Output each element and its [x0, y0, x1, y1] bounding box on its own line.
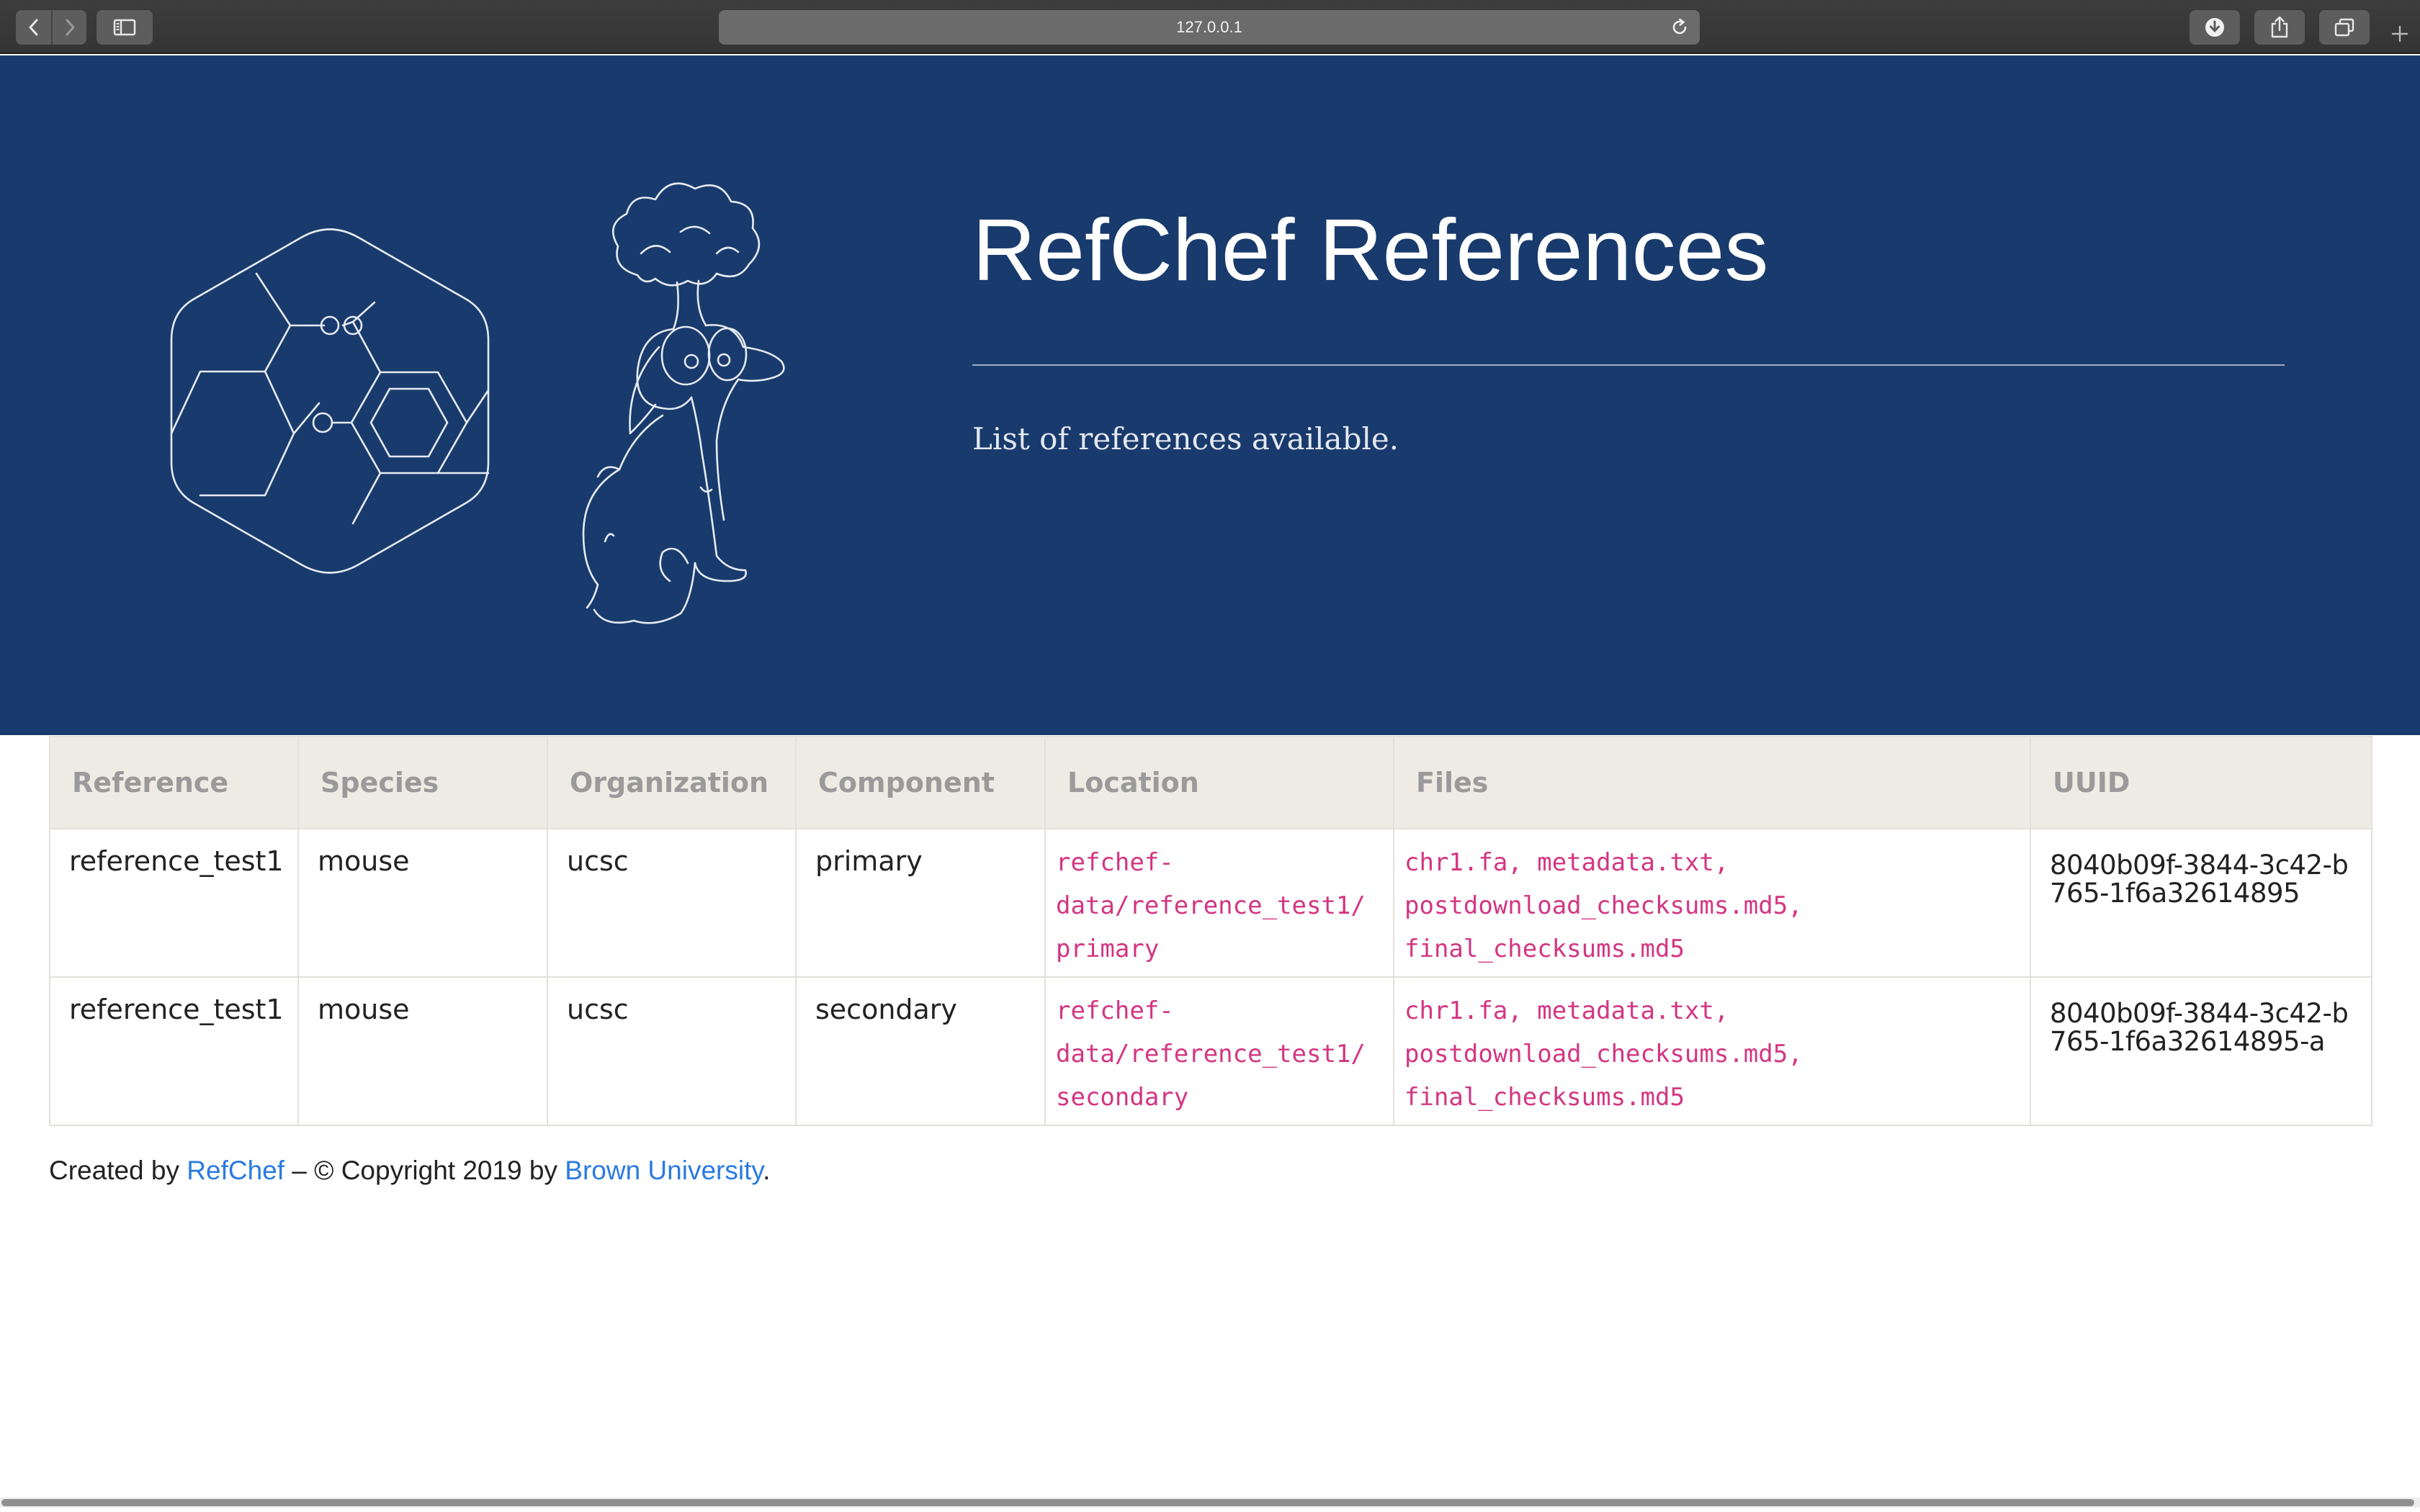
download-icon — [2205, 18, 2224, 37]
tab-overview-button[interactable] — [2319, 10, 2370, 45]
molecule-hexagon-logo — [170, 228, 490, 574]
location-line: refchef- — [1056, 848, 1174, 877]
share-button[interactable] — [2254, 10, 2305, 45]
column-header-organization: Organization — [547, 736, 797, 829]
footer: Created by RefChef – © Copyright 2019 by… — [49, 1156, 770, 1186]
plus-icon — [2391, 25, 2408, 42]
scrollbar-thumb[interactable] — [1, 1499, 2414, 1506]
files-line: chr1.fa, metadata.txt, — [1404, 848, 1729, 877]
cell-component: secondary — [795, 976, 1046, 1126]
title-divider — [972, 364, 2285, 366]
cell-species: mouse — [297, 976, 548, 1126]
page-subtitle: List of references available. — [972, 421, 1399, 456]
files-line: chr1.fa, metadata.txt, — [1404, 996, 1729, 1025]
table-row: reference_test1 mouse ucsc primary refch… — [49, 828, 2372, 978]
column-header-reference: Reference — [49, 736, 299, 829]
column-header-location: Location — [1044, 736, 1394, 829]
column-header-uuid: UUID — [2030, 736, 2372, 829]
footer-copyright: – © Copyright 2019 by — [284, 1156, 565, 1185]
brown-university-link[interactable]: Brown University — [565, 1156, 763, 1185]
share-icon — [2271, 16, 2288, 38]
location-line: secondary — [1056, 1083, 1189, 1112]
cell-component: primary — [795, 828, 1046, 978]
sidebar-toggle-button[interactable] — [97, 10, 153, 45]
chevron-right-icon — [66, 19, 74, 36]
browser-toolbar: 127.0.0.1 — [0, 0, 2420, 54]
files-line: final_checksums.md5 — [1404, 935, 1685, 963]
footer-suffix: . — [763, 1156, 771, 1185]
cell-files: chr1.fa, metadata.txt, postdownload_chec… — [1393, 828, 2031, 978]
cell-reference: reference_test1 — [49, 976, 299, 1126]
address-bar[interactable]: 127.0.0.1 — [719, 10, 1700, 45]
refchef-mascot-logo — [582, 182, 785, 624]
downloads-button[interactable] — [2190, 10, 2240, 45]
forward-button[interactable] — [51, 10, 86, 45]
footer-prefix: Created by — [49, 1156, 187, 1185]
horizontal-scrollbar[interactable] — [0, 1498, 2420, 1508]
table-row: reference_test1 mouse ucsc secondary ref… — [49, 976, 2372, 1126]
references-table: Reference Species Organization Component… — [49, 736, 2372, 1126]
cell-uuid: 8040b09f-3844-3c42-b765-1f6a32614895 — [2030, 828, 2372, 978]
cell-species: mouse — [297, 828, 548, 978]
page-title: RefChef References — [972, 201, 1769, 299]
reload-icon[interactable] — [1670, 17, 1690, 37]
files-line: final_checksums.md5 — [1404, 1083, 1685, 1112]
page-header: RefChef References List of references av… — [0, 55, 2420, 735]
table-body: reference_test1 mouse ucsc primary refch… — [49, 828, 2372, 1126]
cell-uuid: 8040b09f-3844-3c42-b765-1f6a32614895-a — [2030, 976, 2372, 1126]
table-header: Reference Species Organization Component… — [49, 736, 2372, 829]
header-row: Reference Species Organization Component… — [49, 736, 2372, 829]
cell-files: chr1.fa, metadata.txt, postdownload_chec… — [1393, 976, 2031, 1126]
navigation-buttons — [16, 10, 86, 45]
column-header-files: Files — [1393, 736, 2031, 829]
column-header-species: Species — [297, 736, 548, 829]
location-line: refchef- — [1056, 996, 1174, 1025]
location-line: data/reference_test1/ — [1056, 891, 1366, 920]
url-text: 127.0.0.1 — [1176, 18, 1242, 36]
location-line: primary — [1056, 935, 1160, 963]
cell-location: refchef- data/reference_test1/ primary — [1044, 828, 1394, 978]
cell-reference: reference_test1 — [49, 828, 299, 978]
new-tab-button[interactable] — [2384, 14, 2416, 53]
sidebar-icon — [113, 19, 136, 36]
back-button[interactable] — [16, 10, 51, 45]
cell-location: refchef- data/reference_test1/ secondary — [1044, 976, 1394, 1126]
files-line: postdownload_checksums.md5, — [1404, 1040, 1803, 1068]
cell-organization: ucsc — [547, 828, 797, 978]
cell-organization: ucsc — [547, 976, 797, 1126]
files-line: postdownload_checksums.md5, — [1404, 891, 1803, 920]
location-line: data/reference_test1/ — [1056, 1040, 1366, 1068]
refchef-link[interactable]: RefChef — [187, 1156, 284, 1185]
tabs-overview-icon — [2334, 18, 2354, 37]
chevron-left-icon — [29, 19, 37, 36]
column-header-component: Component — [795, 736, 1046, 829]
